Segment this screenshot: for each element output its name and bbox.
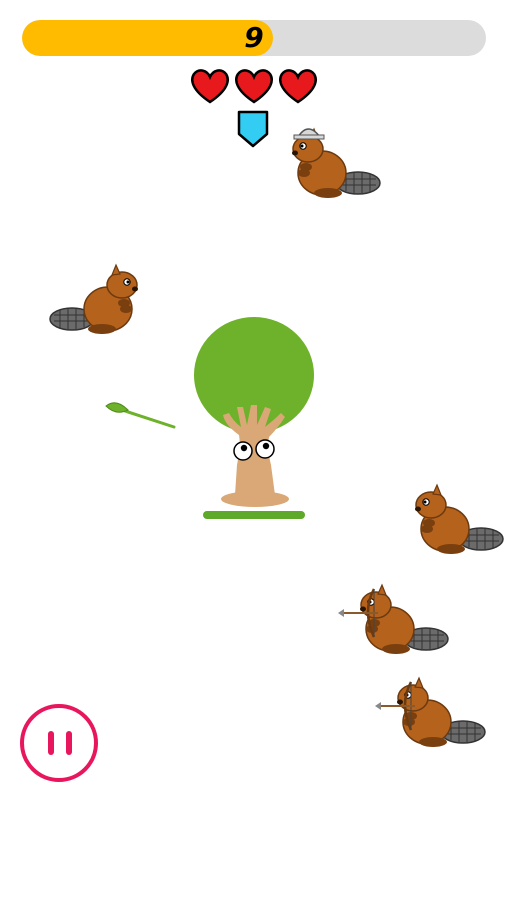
player-health-bar (203, 511, 305, 519)
beaver-archer-enemy (375, 677, 486, 748)
pause-icon-bar (66, 731, 72, 755)
beaver-archer-enemy (338, 584, 449, 655)
beaver-enemy (414, 484, 504, 555)
pause-icon (48, 731, 54, 755)
shield-icon (237, 110, 269, 148)
beaver-enemy (49, 264, 139, 335)
tree-player (194, 317, 314, 519)
heart-icon (279, 69, 317, 104)
beaver-enemy-helmet (291, 128, 381, 199)
leaf-spear-projectile (105, 402, 176, 429)
heart-icon (235, 69, 273, 104)
heart-icon (191, 69, 229, 104)
score-counter: 9 (244, 21, 264, 54)
pause-button[interactable] (20, 704, 98, 782)
